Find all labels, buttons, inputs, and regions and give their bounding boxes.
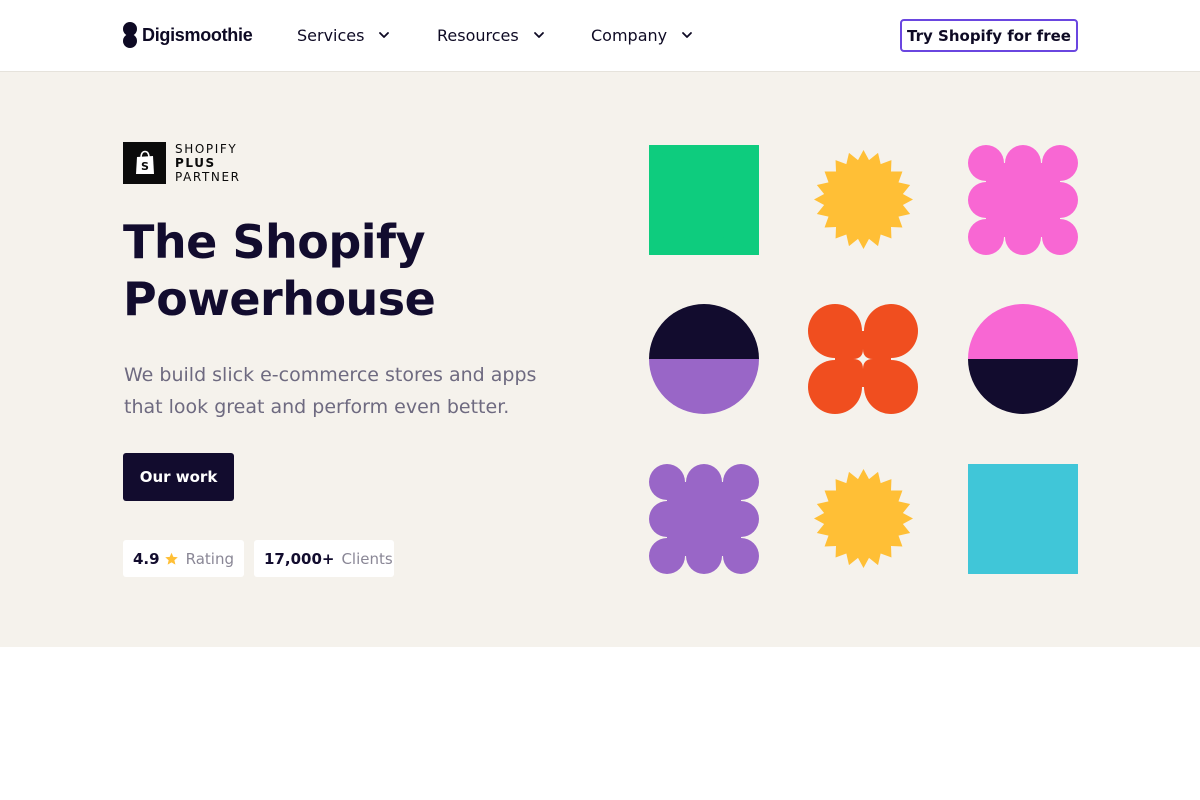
nav-services[interactable]: Services <box>297 22 391 48</box>
clients-label: Clients <box>341 549 393 568</box>
clients-stat: 17,000+ Clients <box>254 540 394 577</box>
purple-flower-shape <box>649 464 759 574</box>
chevron-down-icon <box>379 32 390 38</box>
badge-line-partner: PARTNER <box>175 170 241 184</box>
pink-navy-circle-shape <box>968 304 1078 414</box>
page-below-hero <box>0 647 1200 800</box>
shopify-bag-icon: S <box>123 142 166 184</box>
nav-resources-label: Resources <box>437 25 519 45</box>
svg-text:S: S <box>141 160 149 173</box>
star-icon <box>164 552 178 565</box>
nav-company[interactable]: Company <box>591 22 694 48</box>
navy-purple-circle-shape <box>649 304 759 414</box>
our-work-button[interactable]: Our work <box>123 453 234 501</box>
pink-flower-shape <box>968 145 1078 255</box>
chevron-down-icon <box>682 32 693 38</box>
hero-title-line1: The Shopify <box>123 215 426 269</box>
brand-name: Digismoothie <box>142 24 253 45</box>
hero-title-line2: Powerhouse <box>123 272 436 326</box>
shopify-plus-partner-badge: S SHOPIFY PLUS PARTNER <box>123 142 241 184</box>
brand-logo[interactable]: Digismoothie <box>123 22 253 48</box>
yellow-starburst-shape-2 <box>808 464 918 574</box>
cyan-blob-shape <box>968 464 1078 574</box>
hero-title: The Shopify Powerhouse <box>123 214 583 328</box>
nav-services-label: Services <box>297 25 365 45</box>
nav-resources[interactable]: Resources <box>437 22 546 48</box>
green-blob-shape <box>649 145 759 255</box>
clients-value: 17,000+ <box>264 549 335 568</box>
chevron-down-icon <box>533 32 544 38</box>
orange-clover-shape <box>808 304 918 414</box>
site-header: Digismoothie Services Resources Company … <box>0 0 1200 72</box>
hero-subtitle: We build slick e-commerce stores and app… <box>124 364 537 418</box>
hero-section: S SHOPIFY PLUS PARTNER The Shopify Power… <box>0 72 1200 647</box>
badge-line-shopify: SHOPIFY <box>175 142 238 156</box>
yellow-starburst-shape <box>808 145 918 255</box>
nav-company-label: Company <box>591 25 668 45</box>
rating-label: Rating <box>185 549 234 568</box>
badge-line-plus: PLUS <box>175 156 216 170</box>
try-shopify-button[interactable]: Try Shopify for free <box>900 19 1078 52</box>
rating-value: 4.9 <box>133 549 160 568</box>
logo-icon <box>123 22 137 48</box>
rating-stat: 4.9 Rating <box>123 540 244 577</box>
